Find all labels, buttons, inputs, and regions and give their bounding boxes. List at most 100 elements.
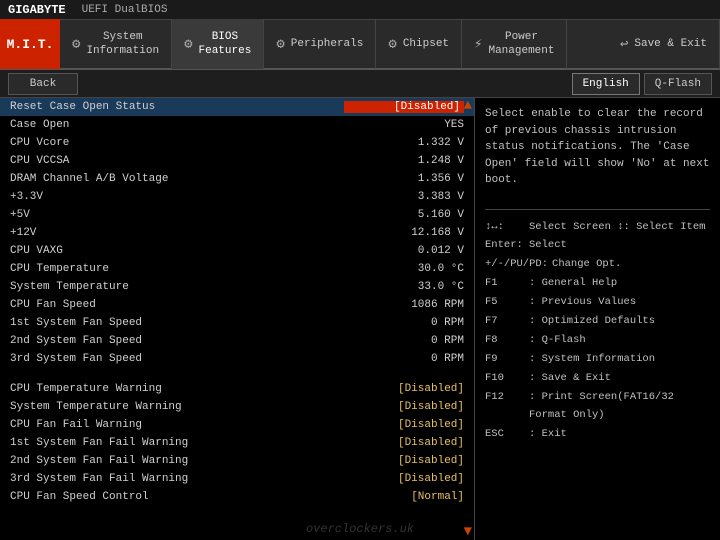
shortcut-key: ↕↔:: [485, 218, 525, 237]
list-item: Enter:Select: [485, 236, 710, 255]
nav-bios-features[interactable]: ⚙ BIOSFeatures: [172, 19, 264, 69]
table-row[interactable]: System Temperature Warning [Disabled]: [0, 398, 474, 416]
table-row[interactable]: Reset Case Open Status [Disabled]: [0, 98, 474, 116]
list-item: ESC: Exit: [485, 425, 710, 444]
right-panel: Select enable to clear the record of pre…: [475, 98, 720, 540]
setting-value: [Disabled]: [344, 473, 464, 485]
table-row[interactable]: CPU Temperature Warning[Disabled]: [0, 380, 474, 398]
setting-value: [Disabled]: [344, 455, 464, 467]
shortcut-key: F8: [485, 331, 525, 350]
table-row: CPU VAXG0.012 V: [0, 242, 474, 260]
nav-power-management[interactable]: ⚡ PowerManagement: [462, 19, 567, 69]
setting-label: 3rd System Fan Speed: [10, 353, 142, 365]
setting-value: [Disabled]: [344, 401, 464, 413]
table-row: +5V5.160 V: [0, 206, 474, 224]
list-item: F1: General Help: [485, 274, 710, 293]
table-row: CPU Temperature 30.0 °C: [0, 260, 474, 278]
table-row: CPU Fan Speed 1086 RPM: [0, 296, 474, 314]
shortcut-key: F7: [485, 312, 525, 331]
power-management-label: PowerManagement: [488, 30, 554, 59]
chipset-icon: ⚙: [388, 36, 396, 53]
nav-save-exit[interactable]: ↩ Save & Exit: [608, 19, 720, 69]
setting-value: [Disabled]: [344, 383, 464, 395]
mit-button[interactable]: M.I.T.: [0, 19, 60, 69]
bios-features-icon: ⚙: [184, 36, 192, 53]
table-row: CPU Vcore 1.332 V: [0, 134, 474, 152]
qflash-button[interactable]: Q-Flash: [644, 73, 712, 95]
back-button[interactable]: Back: [8, 73, 78, 95]
setting-label: 1st System Fan Speed: [10, 317, 142, 329]
table-row: 2nd System Fan Speed 0 RPM: [0, 332, 474, 350]
shortcut-desc: : Previous Values: [529, 293, 636, 312]
setting-label: +12V: [10, 227, 36, 239]
setting-label: Case Open: [10, 119, 69, 131]
setting-label: System Temperature: [10, 281, 129, 293]
setting-value: 1.356 V: [344, 173, 464, 185]
list-item: F9: System Information: [485, 350, 710, 369]
setting-label: CPU Fan Speed Control: [10, 491, 149, 503]
setting-value: [Disabled]: [344, 101, 464, 113]
list-item: F10: Save & Exit: [485, 369, 710, 388]
help-text: Select enable to clear the record of pre…: [485, 106, 710, 189]
shortcut-desc: Change Opt.: [552, 255, 621, 274]
setting-label: +3.3V: [10, 191, 43, 203]
save-exit-label: Save & Exit: [634, 37, 707, 51]
shortcut-desc: : General Help: [529, 274, 617, 293]
setting-label: 2nd System Fan Speed: [10, 335, 142, 347]
system-information-label: SystemInformation: [86, 30, 159, 59]
setting-label: 3rd System Fan Fail Warning: [10, 473, 188, 485]
nav-peripherals[interactable]: ⚙ Peripherals: [264, 19, 376, 69]
setting-value: 1.332 V: [344, 137, 464, 149]
setting-label: DRAM Channel A/B Voltage: [10, 173, 168, 185]
list-item: ↕↔:Select Screen ↕: Select Item: [485, 218, 710, 237]
shortcut-desc: : System Information: [529, 350, 655, 369]
setting-value: 0 RPM: [344, 353, 464, 365]
setting-label: CPU Vcore: [10, 137, 69, 149]
setting-label: CPU Fan Fail Warning: [10, 419, 142, 431]
nav-chipset[interactable]: ⚙ Chipset: [376, 19, 462, 69]
table-row[interactable]: 1st System Fan Fail Warning[Disabled]: [0, 434, 474, 452]
setting-label: System Temperature Warning: [10, 401, 182, 413]
setting-value: [Normal]: [344, 491, 464, 503]
setting-label: CPU Temperature: [10, 263, 109, 275]
setting-value: 0.012 V: [344, 245, 464, 257]
setting-label: CPU Fan Speed: [10, 299, 96, 311]
table-row: 1st System Fan Speed 0 RPM: [0, 314, 474, 332]
setting-label: Reset Case Open Status: [10, 101, 155, 113]
setting-value: 1086 RPM: [344, 299, 464, 311]
table-row: System Temperature33.0 °C: [0, 278, 474, 296]
table-row: 3rd System Fan Speed 0 RPM: [0, 350, 474, 368]
setting-value: 0 RPM: [344, 335, 464, 347]
language-button[interactable]: English: [572, 73, 640, 95]
table-row: DRAM Channel A/B Voltage 1.356 V: [0, 170, 474, 188]
setting-value: YES: [344, 119, 464, 131]
table-row[interactable]: 2nd System Fan Fail Warning[Disabled]: [0, 452, 474, 470]
list-item: +/-/PU/PD:Change Opt.: [485, 255, 710, 274]
shortcut-key: F1: [485, 274, 525, 293]
list-item: F5: Previous Values: [485, 293, 710, 312]
setting-value: 30.0 °C: [344, 263, 464, 275]
peripherals-icon: ⚙: [276, 36, 284, 53]
shortcut-desc: : Optimized Defaults: [529, 312, 655, 331]
shortcut-desc: Select: [529, 236, 567, 255]
shortcut-key: ESC: [485, 425, 525, 444]
shortcut-key: F5: [485, 293, 525, 312]
setting-value: 0 RPM: [344, 317, 464, 329]
setting-label: CPU VCCSA: [10, 155, 69, 167]
dual-bios-label: UEFI DualBIOS: [82, 4, 168, 16]
setting-value: 5.160 V: [344, 209, 464, 221]
chipset-label: Chipset: [403, 37, 449, 51]
setting-value: [Disabled]: [344, 437, 464, 449]
table-row[interactable]: 3rd System Fan Fail Warning [Disabled]: [0, 470, 474, 488]
settings-list: Reset Case Open Status [Disabled] Case Ope…: [0, 98, 474, 506]
shortcut-list: ↕↔:Select Screen ↕: Select ItemEnter:Sel…: [485, 218, 710, 445]
table-row: +12V12.168 V: [0, 224, 474, 242]
setting-value: 3.383 V: [344, 191, 464, 203]
nav-system-information[interactable]: ⚙ SystemInformation: [60, 19, 172, 69]
scroll-down-indicator: ▼: [464, 524, 472, 540]
table-row[interactable]: CPU Fan Fail Warning[Disabled]: [0, 416, 474, 434]
system-information-icon: ⚙: [72, 36, 80, 53]
shortcut-desc: : Q-Flash: [529, 331, 586, 350]
table-row[interactable]: CPU Fan Speed Control [Normal]: [0, 488, 474, 506]
list-item: F8: Q-Flash: [485, 331, 710, 350]
